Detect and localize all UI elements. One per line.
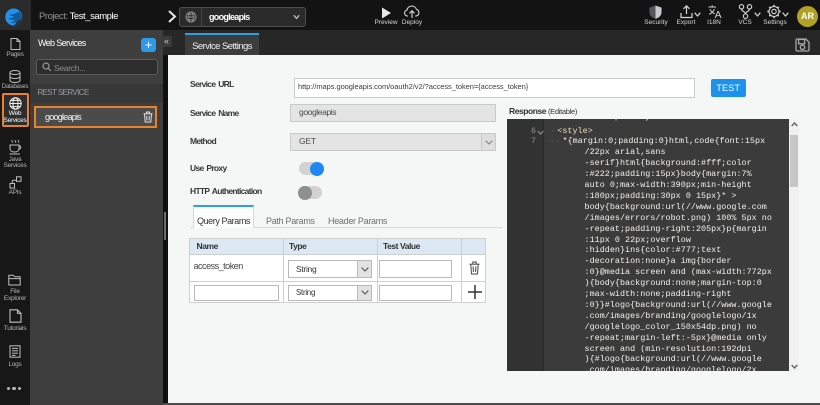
svg-text:A: A (715, 9, 722, 19)
